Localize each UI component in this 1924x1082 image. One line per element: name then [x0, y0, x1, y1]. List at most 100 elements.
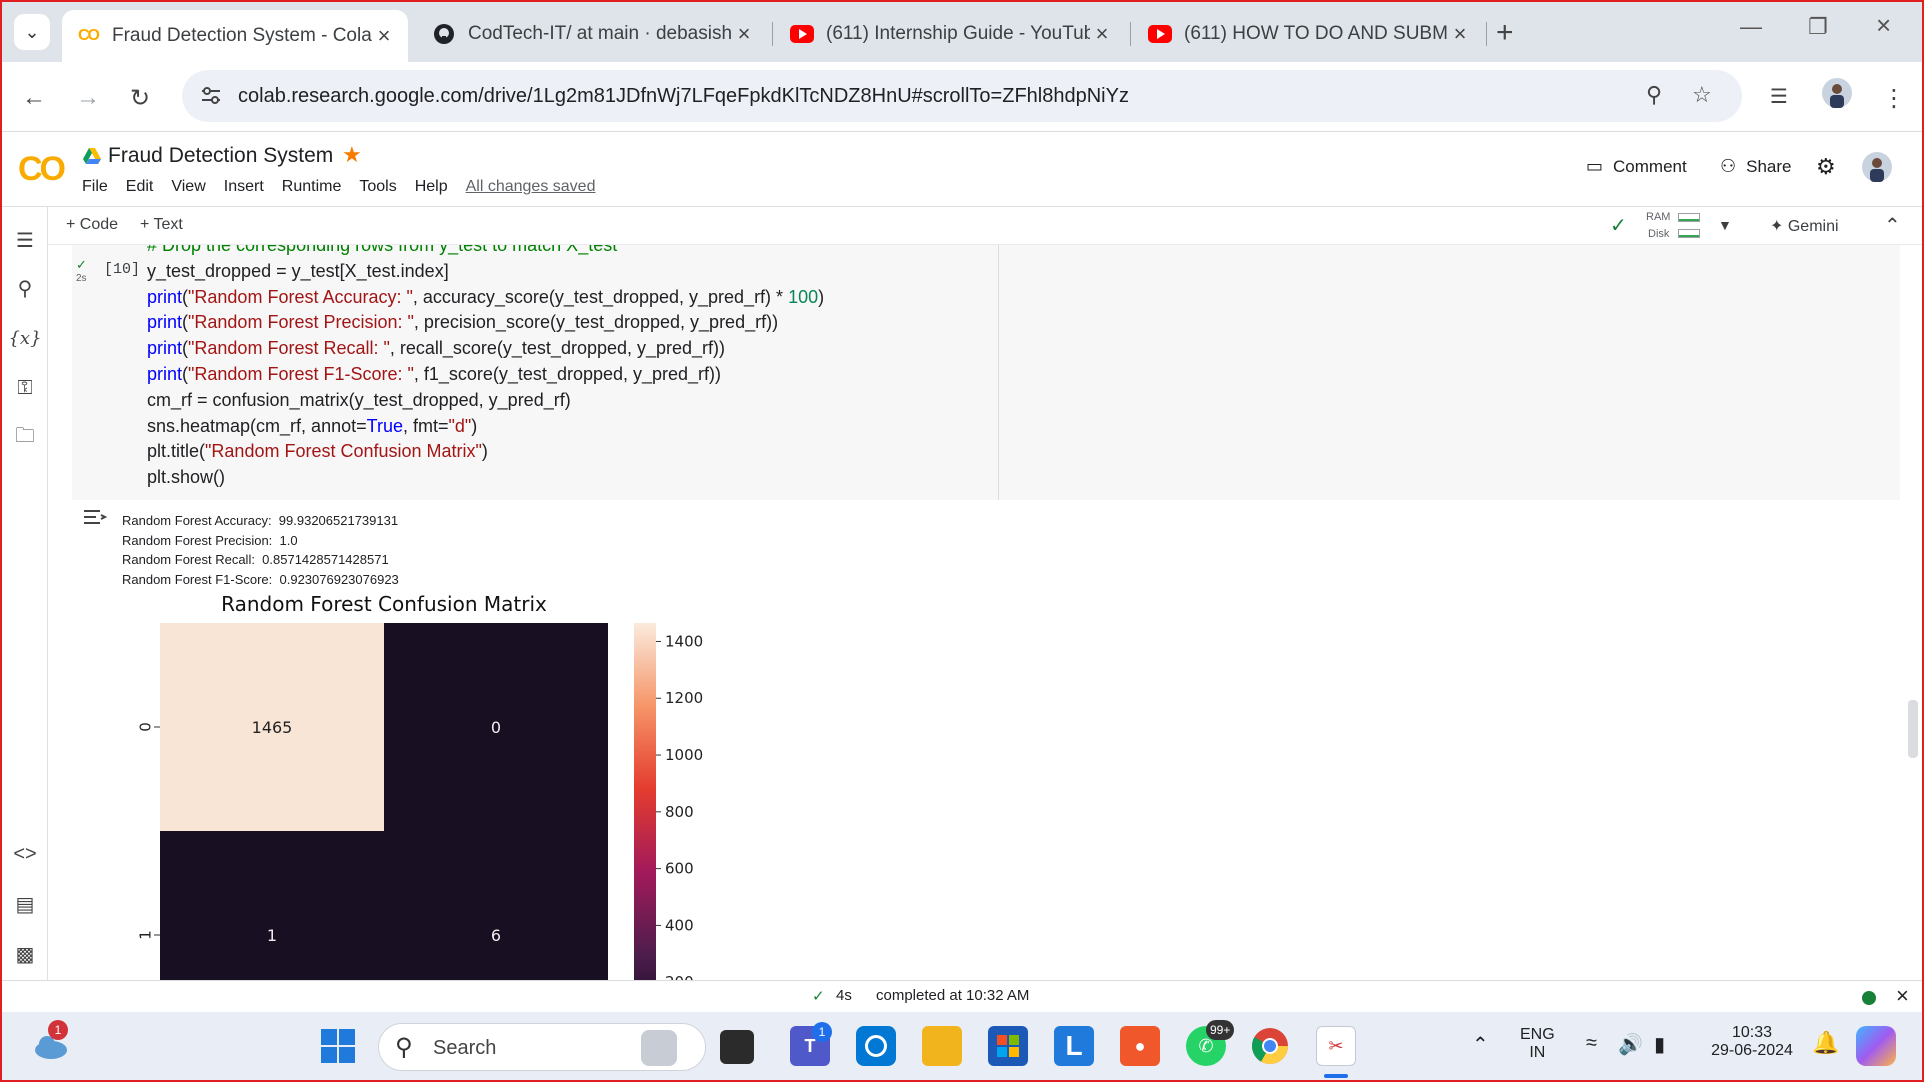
profile-avatar[interactable] — [1822, 78, 1852, 115]
cell-value-label: 0 — [491, 718, 501, 737]
new-tab-button[interactable]: + — [1496, 16, 1514, 50]
google-drive-icon — [83, 148, 101, 164]
language-indicator[interactable]: ENG IN — [1520, 1026, 1555, 1062]
y-tick-label: 1 — [137, 930, 155, 940]
menu-tools[interactable]: Tools — [359, 178, 396, 196]
code-line: # Drop the corresponding rows from y_tes… — [147, 245, 618, 255]
tab-search-button[interactable]: ⌄ — [14, 14, 50, 50]
search-icon[interactable]: ⚲ — [12, 275, 38, 301]
comment-button[interactable]: ▭ Comment — [1586, 156, 1687, 177]
add-code-cell-button[interactable]: + Code — [66, 216, 118, 234]
microsoft-store-icon[interactable] — [988, 1026, 1028, 1066]
notification-bell-icon[interactable]: 🔔 — [1812, 1030, 1839, 1056]
chrome-icon[interactable] — [1250, 1026, 1290, 1066]
menu-view[interactable]: View — [171, 178, 205, 196]
youtube-icon — [790, 22, 814, 46]
l-app-icon[interactable]: L — [1054, 1026, 1094, 1066]
site-settings-icon[interactable] — [198, 82, 224, 108]
heatmap-cell — [160, 831, 384, 980]
sparkle-icon: ✦ — [1770, 218, 1784, 235]
execution-status-bar: ✓ 4s completed at 10:32 AM × — [0, 980, 1924, 1012]
save-status-link[interactable]: All changes saved — [466, 178, 596, 196]
colorbar-tick-label: 1400 — [665, 632, 703, 650]
table-of-contents-icon[interactable]: ☰ — [12, 227, 38, 253]
command-palette-icon[interactable]: ▤ — [12, 891, 38, 917]
close-icon[interactable]: × — [372, 23, 396, 49]
code-line: plt.title("Random Forest Confusion Matri… — [147, 441, 488, 462]
code-cell[interactable]: ✓ 2s [10] # Drop the corresponding rows … — [72, 245, 1900, 500]
battery-icon[interactable]: ▮ — [1654, 1032, 1665, 1057]
more-menu-icon[interactable]: ⋮ — [1882, 84, 1906, 113]
account-avatar[interactable] — [1862, 152, 1892, 182]
close-icon[interactable]: × — [732, 21, 756, 47]
reload-icon[interactable]: ↻ — [130, 84, 150, 113]
chevron-up-icon[interactable]: ⌃ — [1472, 1032, 1489, 1057]
back-icon[interactable]: ← — [22, 84, 46, 112]
colab-logo[interactable]: CO — [18, 150, 66, 189]
bookmark-star-icon[interactable]: ☆ — [1692, 82, 1712, 108]
settings-gear-icon[interactable]: ⚙ — [1816, 154, 1836, 180]
file-explorer-icon[interactable] — [922, 1026, 962, 1066]
menu-file[interactable]: File — [82, 178, 108, 196]
clock[interactable]: 10:33 29-06-2024 — [1700, 1024, 1804, 1060]
menu-runtime[interactable]: Runtime — [282, 178, 342, 196]
code-line: print("Random Forest F1-Score: ", f1_sco… — [147, 363, 722, 384]
close-icon[interactable]: × — [1090, 21, 1114, 47]
output-toggle-icon[interactable] — [82, 507, 108, 527]
code-line: cm_rf = confusion_matrix(y_test_dropped,… — [147, 389, 571, 410]
snipping-tool-icon[interactable]: ✂ — [1316, 1026, 1356, 1066]
zoom-icon[interactable]: ⚲ — [1646, 82, 1662, 108]
forward-icon[interactable]: → — [76, 84, 100, 112]
connection-status-dot — [1862, 991, 1876, 1005]
files-folder-icon[interactable]: 🗀 — [12, 425, 38, 451]
media-control-icon[interactable]: ☰ — [1770, 84, 1788, 109]
wifi-icon[interactable]: ≈ — [1586, 1032, 1597, 1055]
gemini-button[interactable]: ✦ Gemini — [1770, 216, 1839, 236]
colab-icon: CO — [78, 27, 100, 44]
copilot-icon[interactable] — [1856, 1026, 1896, 1066]
close-window-icon[interactable]: × — [1876, 10, 1891, 41]
code-editor[interactable]: # Drop the corresponding rows from y_tes… — [147, 245, 824, 491]
windows-start-icon[interactable] — [318, 1026, 358, 1066]
execution-count[interactable]: [10] — [104, 261, 140, 278]
tab-github[interactable]: CodTech-IT/ at main · debasishp × — [418, 10, 768, 58]
taskbar-search[interactable]: ⚲ Search — [378, 1023, 706, 1071]
task-view-icon[interactable] — [720, 1030, 754, 1064]
menu-edit[interactable]: Edit — [126, 178, 154, 196]
colorbar-tick-label: 1000 — [665, 746, 703, 764]
code-snippets-icon[interactable]: <> — [12, 841, 38, 867]
output-f1: Random Forest F1-Score: 0.92307692307692… — [122, 571, 399, 587]
volume-icon[interactable]: 🔊 — [1618, 1032, 1643, 1057]
tab-divider — [772, 22, 773, 46]
tab-youtube-guide[interactable]: (611) Internship Guide - YouTube × — [776, 10, 1126, 58]
star-icon[interactable]: ★ — [342, 142, 362, 168]
tab-colab[interactable]: CO Fraud Detection System - Colab × — [62, 10, 408, 62]
run-success-check-icon: ✓ — [76, 257, 87, 272]
variables-icon[interactable]: {x} — [8, 325, 41, 351]
add-text-cell-button[interactable]: + Text — [140, 216, 183, 234]
search-highlight-icon — [641, 1030, 677, 1066]
alexa-ring-icon[interactable] — [856, 1026, 896, 1066]
runtime-dropdown-icon[interactable]: ▼ — [1718, 217, 1732, 233]
code-line: print("Random Forest Accuracy: ", accura… — [147, 286, 825, 307]
heatmap-cell — [384, 831, 608, 980]
terminal-icon[interactable]: ▩ — [12, 941, 38, 967]
minimize-icon[interactable]: — — [1740, 14, 1762, 40]
collapse-header-icon[interactable]: ⌃ — [1884, 213, 1901, 238]
menu-insert[interactable]: Insert — [224, 178, 264, 196]
secrets-key-icon[interactable]: ⚿ — [12, 375, 38, 401]
close-icon[interactable]: × — [1448, 21, 1472, 47]
tab-youtube-submit[interactable]: (611) HOW TO DO AND SUBMIT × — [1134, 10, 1484, 58]
menu-help[interactable]: Help — [415, 178, 448, 196]
tab-divider — [1486, 22, 1487, 46]
camera-app-icon[interactable]: ● — [1120, 1026, 1160, 1066]
notebook-title[interactable]: Fraud Detection System — [108, 144, 333, 168]
tab-title: (611) Internship Guide - YouTube — [826, 23, 1090, 44]
notebook-scrollbar[interactable] — [1908, 700, 1918, 758]
restore-icon[interactable]: ❐ — [1808, 14, 1828, 40]
ram-usage-bar[interactable] — [1678, 213, 1700, 222]
share-button[interactable]: ⚇ Share — [1720, 156, 1792, 177]
address-bar[interactable]: colab.research.google.com/drive/1Lg2m81J… — [182, 70, 1742, 122]
close-status-icon[interactable]: × — [1896, 983, 1909, 1009]
disk-usage-bar[interactable] — [1678, 229, 1700, 238]
